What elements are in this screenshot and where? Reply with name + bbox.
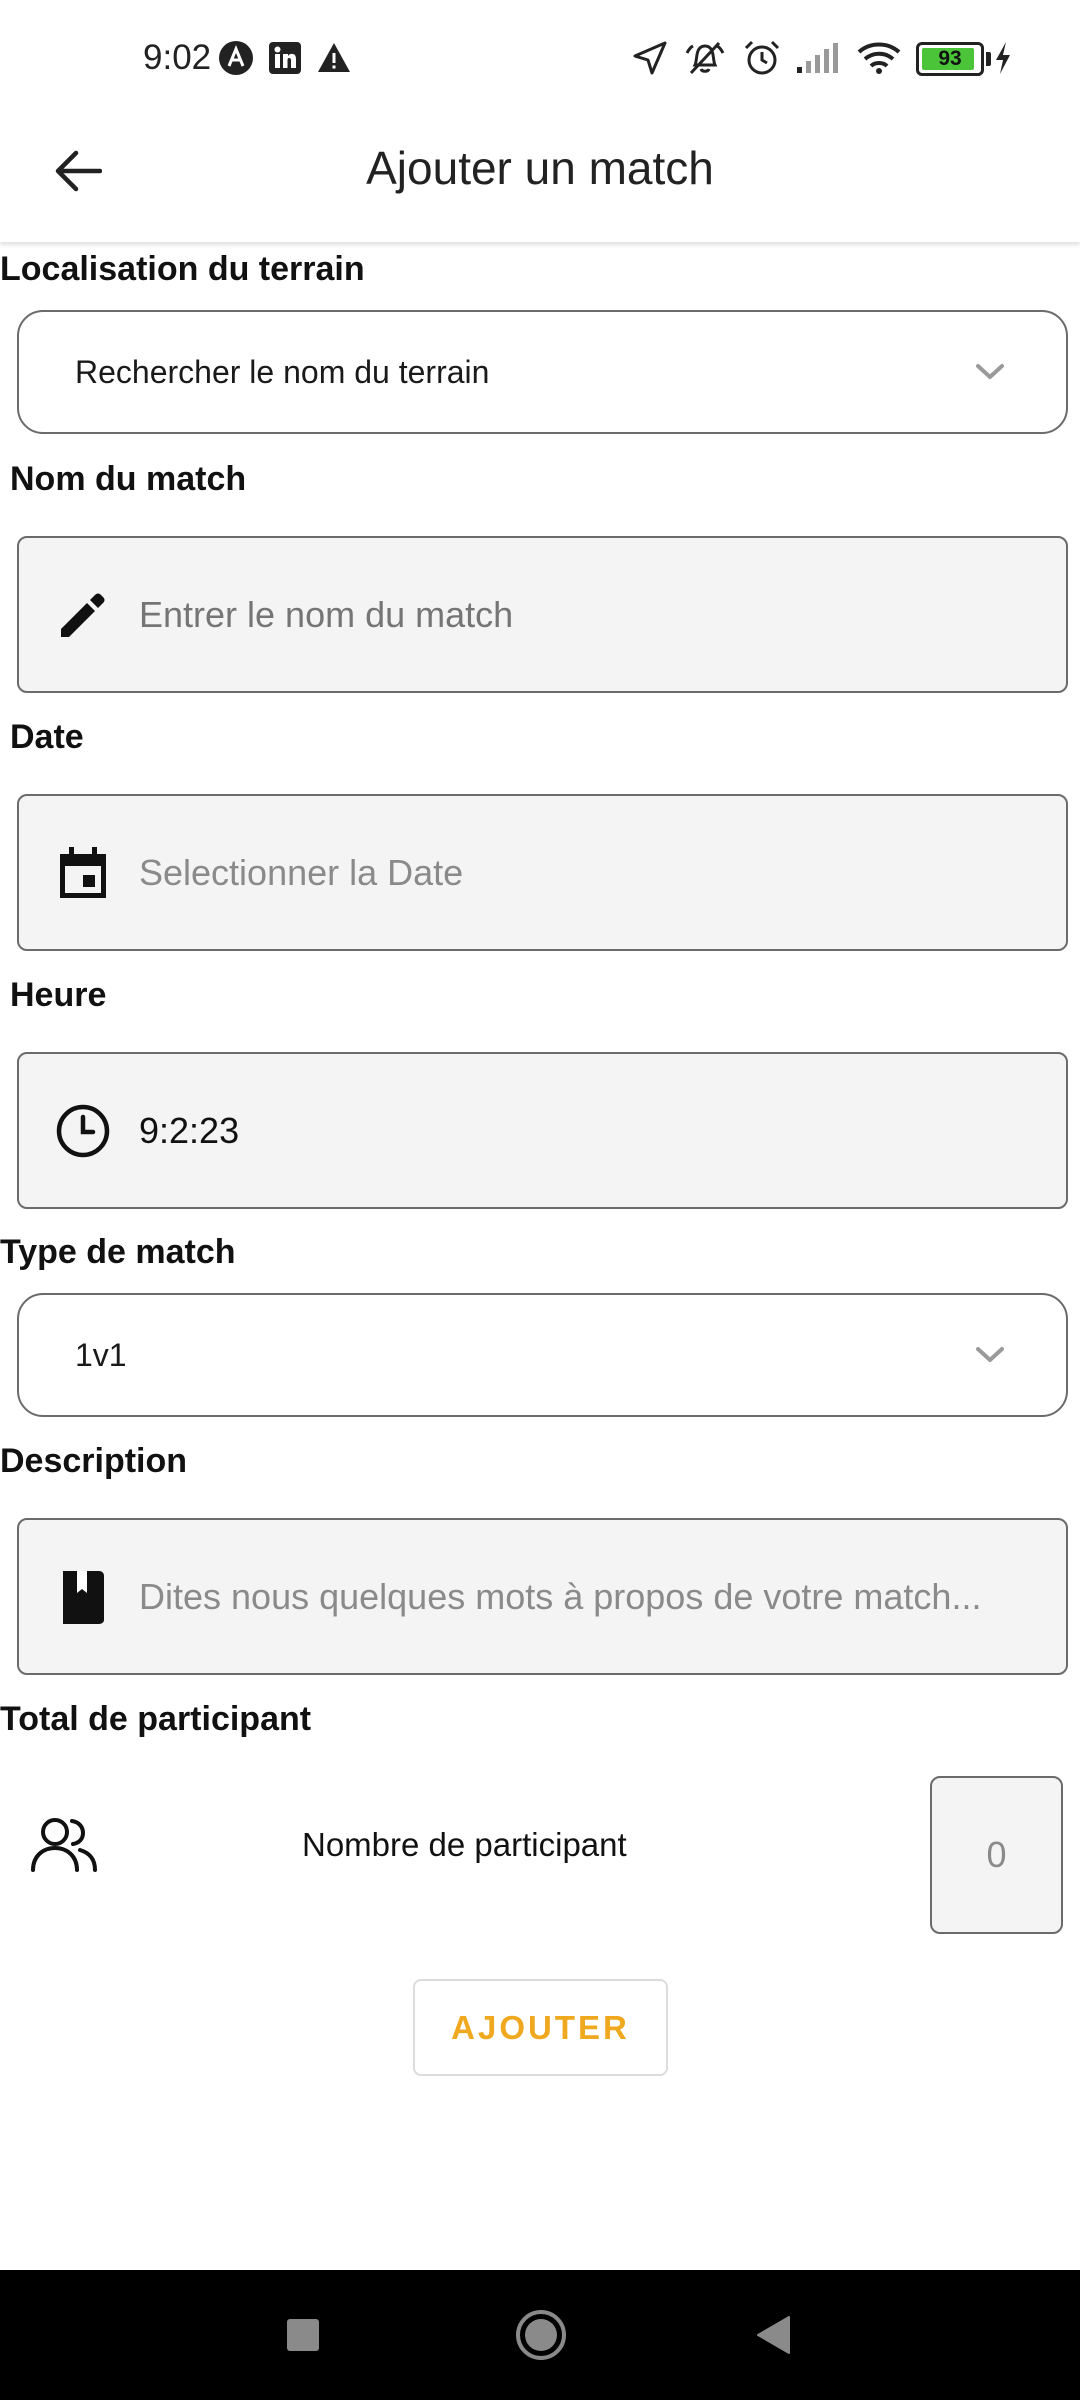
match-name-input[interactable] — [139, 538, 1049, 691]
people-icon — [28, 1810, 100, 1882]
participants-count-placeholder: 0 — [986, 1834, 1007, 1875]
description-label: Description — [0, 1442, 188, 1480]
back-triangle-icon — [755, 2315, 791, 2360]
system-nav-bar — [0, 2270, 1080, 2400]
charging-bolt-icon — [992, 38, 1014, 78]
time-field[interactable]: 9:2:23 — [17, 1052, 1068, 1209]
pencil-icon — [55, 587, 111, 643]
chevron-down-icon — [972, 354, 1008, 390]
location-arrow-icon — [630, 38, 670, 78]
date-field[interactable]: Selectionner la Date — [17, 794, 1068, 951]
time-label: Heure — [10, 976, 107, 1014]
signal-icon — [794, 38, 842, 78]
back-nav-button[interactable] — [738, 2302, 808, 2372]
status-bar: 9:02 93 — [0, 0, 1080, 120]
match-type-value: 1v1 — [75, 1337, 127, 1373]
date-label: Date — [10, 718, 84, 756]
status-time: 9:02 — [143, 38, 212, 77]
participants-count-label: Nombre de participant — [302, 1826, 627, 1863]
back-button[interactable] — [40, 135, 116, 211]
location-dropdown-text: Rechercher le nom du terrain — [75, 354, 490, 390]
clock-icon — [55, 1103, 111, 1159]
warning-icon — [314, 38, 354, 78]
add-match-button[interactable]: AJOUTER — [413, 1979, 668, 2076]
add-match-button-label: AJOUTER — [451, 2008, 630, 2046]
arrow-left-icon — [54, 149, 103, 198]
match-type-label: Type de match — [0, 1233, 236, 1271]
battery-level: 93 — [938, 47, 962, 70]
battery-tip — [986, 52, 991, 66]
app-bar: Ajouter un match — [0, 120, 1080, 242]
location-label: Localisation du terrain — [0, 250, 365, 288]
date-placeholder: Selectionner la Date — [139, 852, 464, 893]
a-circle-icon — [216, 38, 256, 78]
linkedin-icon — [265, 38, 305, 78]
wifi-icon — [855, 38, 903, 78]
book-icon — [55, 1569, 111, 1625]
chevron-down-icon — [972, 1337, 1008, 1373]
mute-icon — [682, 38, 728, 78]
participants-count-input[interactable]: 0 — [930, 1776, 1063, 1934]
time-value: 9:2:23 — [139, 1110, 240, 1151]
location-dropdown[interactable]: Rechercher le nom du terrain — [17, 310, 1068, 434]
battery-icon: 93 — [916, 42, 984, 76]
page-title: Ajouter un match — [366, 142, 714, 194]
home-circle-icon — [515, 2309, 567, 2366]
alarm-icon — [742, 38, 782, 78]
recents-button[interactable] — [268, 2302, 338, 2372]
description-placeholder: Dites nous quelques mots à propos de vot… — [139, 1576, 982, 1617]
match-name-label: Nom du match — [10, 460, 247, 498]
calendar-icon — [55, 845, 111, 901]
home-button[interactable] — [506, 2302, 576, 2372]
participants-label: Total de participant — [0, 1700, 312, 1738]
match-type-dropdown[interactable]: 1v1 — [17, 1293, 1068, 1417]
match-name-field[interactable] — [17, 536, 1068, 693]
description-field[interactable]: Dites nous quelques mots à propos de vot… — [17, 1518, 1068, 1675]
recents-square-icon — [286, 2318, 320, 2357]
